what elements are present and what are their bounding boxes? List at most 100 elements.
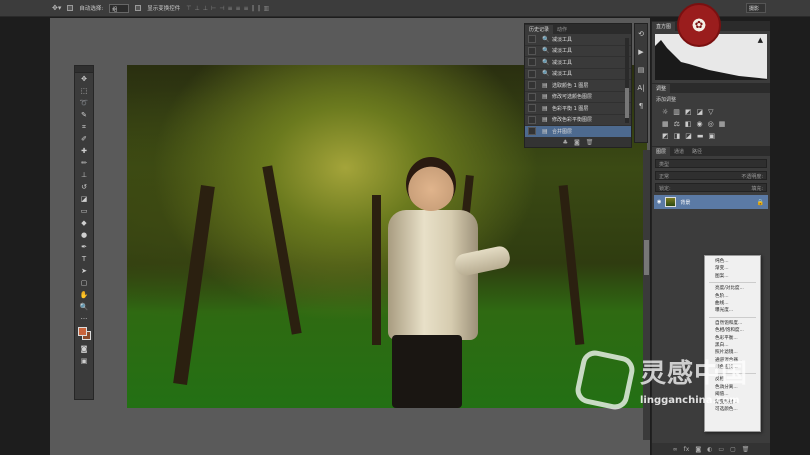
- type-tool-icon[interactable]: T: [75, 253, 93, 265]
- menu-item[interactable]: 通道混合器...: [705, 357, 760, 364]
- menu-item[interactable]: 可选颜色...: [705, 406, 760, 413]
- menu-item[interactable]: 曲线...: [705, 300, 760, 307]
- toolbox-grip[interactable]: [75, 66, 93, 73]
- align-middle-icon[interactable]: ⊥: [195, 5, 200, 12]
- menu-item[interactable]: 曝光度...: [705, 307, 760, 314]
- tab-channels[interactable]: 通道: [670, 147, 688, 156]
- history-brush-source-box[interactable]: [528, 69, 536, 78]
- hue-saturation-icon[interactable]: ▦: [662, 120, 669, 128]
- brush-tool-icon[interactable]: ✏: [75, 157, 93, 169]
- color-swatches[interactable]: [75, 325, 93, 343]
- history-item-selected[interactable]: ▤ 合并图层: [525, 126, 631, 138]
- trash-icon[interactable]: 🗑: [742, 446, 750, 453]
- menu-item[interactable]: 亮度/对比度...: [705, 285, 760, 292]
- align-buttons[interactable]: ⊤ ⊥ ⊥ ⊢ ⊣ ≡ ≡ ≡ ‖ ‖ ▥: [186, 5, 269, 12]
- layer-mask-icon[interactable]: ◙: [695, 446, 701, 453]
- menu-item[interactable]: 色相/饱和度...: [705, 327, 760, 334]
- screen-mode-icon[interactable]: ▣: [75, 355, 93, 367]
- lock-icon[interactable]: 🔒: [757, 199, 764, 206]
- menu-item[interactable]: 照片滤镜...: [705, 349, 760, 356]
- black-white-icon[interactable]: ◧: [685, 120, 692, 128]
- distribute-middle-icon[interactable]: ≡: [235, 5, 240, 12]
- properties-icon[interactable]: ▤: [638, 66, 645, 74]
- shape-tool-icon[interactable]: ▢: [75, 277, 93, 289]
- menu-item[interactable]: 图案...: [705, 273, 760, 280]
- hand-tool-icon[interactable]: ✋: [75, 289, 93, 301]
- invert-icon[interactable]: ◩: [662, 132, 669, 140]
- history-scroll-thumb[interactable]: [625, 88, 629, 118]
- curves-icon[interactable]: ◩: [685, 108, 692, 116]
- workspace-dropdown[interactable]: 摄影: [746, 3, 766, 13]
- warning-icon[interactable]: ▲: [758, 36, 763, 44]
- tab-history[interactable]: 历史记录: [525, 24, 554, 34]
- trash-icon[interactable]: 🗑: [586, 139, 594, 146]
- tab-paths[interactable]: 路径: [688, 147, 706, 156]
- gradient-map-icon[interactable]: ▬: [697, 132, 704, 140]
- distribute-top-icon[interactable]: ≡: [227, 5, 232, 12]
- pen-tool-icon[interactable]: ✒: [75, 241, 93, 253]
- character-panel-icon[interactable]: A|: [637, 84, 644, 92]
- snapshot-icon[interactable]: ◙: [574, 139, 580, 146]
- zoom-tool-icon[interactable]: 🔍: [75, 301, 93, 313]
- align-bottom-icon[interactable]: ⊥: [203, 5, 208, 12]
- actions-panel-icon[interactable]: ▶: [638, 48, 643, 56]
- history-item[interactable]: ▤ 色彩平衡 1 图层: [525, 103, 631, 115]
- layer-kind-filter[interactable]: 类型: [655, 159, 767, 168]
- history-brush-source-box[interactable]: [528, 81, 536, 90]
- distribute-center-icon[interactable]: ‖: [258, 5, 261, 12]
- blend-mode-dropdown[interactable]: 正常: [659, 173, 669, 180]
- history-item[interactable]: 🔍 减淡工具: [525, 46, 631, 57]
- history-item[interactable]: 🔍 减淡工具: [525, 57, 631, 69]
- history-item[interactable]: 🔍 减淡工具: [525, 69, 631, 80]
- history-brush-source-box[interactable]: [528, 58, 536, 67]
- menu-item[interactable]: 自然饱和度...: [705, 320, 760, 327]
- align-left-icon[interactable]: ⊢: [211, 5, 216, 12]
- history-scrollbar[interactable]: [625, 38, 629, 123]
- eraser-tool-icon[interactable]: ◪: [75, 193, 93, 205]
- align-top-icon[interactable]: ⊤: [186, 5, 191, 12]
- tab-histogram[interactable]: 直方图: [652, 21, 676, 31]
- menu-item[interactable]: 渐变映射...: [705, 399, 760, 406]
- history-brush-tool-icon[interactable]: ↺: [75, 181, 93, 193]
- auto-align-icon[interactable]: ▥: [264, 5, 270, 12]
- eyedropper-tool-icon[interactable]: ✐: [75, 133, 93, 145]
- menu-item[interactable]: 渐变...: [705, 265, 760, 272]
- color-lookup-icon[interactable]: ▦: [719, 120, 726, 128]
- history-brush-source-box[interactable]: [528, 115, 536, 124]
- posterize-icon[interactable]: ◨: [674, 132, 681, 140]
- levels-icon[interactable]: ▥: [673, 108, 680, 116]
- history-brush-source-box[interactable]: [528, 127, 536, 136]
- menu-item[interactable]: 色彩平衡...: [705, 335, 760, 342]
- healing-brush-tool-icon[interactable]: ✚: [75, 145, 93, 157]
- history-brush-source-box[interactable]: [528, 46, 536, 55]
- move-tool-icon[interactable]: ✥▾: [52, 4, 61, 12]
- auto-select-checkbox[interactable]: [67, 5, 74, 11]
- distribute-left-icon[interactable]: ‖: [252, 5, 255, 12]
- show-transform-checkbox[interactable]: [135, 5, 142, 11]
- eye-icon[interactable]: ◉: [657, 199, 661, 205]
- history-item[interactable]: ▤ 选取颜色 1 图层: [525, 80, 631, 92]
- tab-actions[interactable]: 动作: [553, 25, 571, 34]
- history-item[interactable]: ▤ 修改色彩平衡图层: [525, 115, 631, 126]
- menu-item[interactable]: 颜色查找...: [705, 364, 760, 371]
- history-brush-source-box[interactable]: [528, 104, 536, 113]
- marquee-tool-icon[interactable]: ⬚: [75, 85, 93, 97]
- new-group-icon[interactable]: ▭: [718, 446, 724, 453]
- menu-item[interactable]: 色调分离...: [705, 384, 760, 391]
- canvas-scroll-thumb[interactable]: [644, 240, 649, 275]
- move-tool-icon[interactable]: ✥: [75, 73, 93, 85]
- crop-tool-icon[interactable]: ⌗: [75, 121, 93, 133]
- gradient-tool-icon[interactable]: ▭: [75, 205, 93, 217]
- channel-mixer-icon[interactable]: ◎: [708, 120, 714, 128]
- new-document-from-state-icon[interactable]: ♣: [563, 139, 568, 146]
- history-brush-source-box[interactable]: [528, 35, 536, 44]
- history-item[interactable]: 🔍 减淡工具: [525, 34, 631, 46]
- more-tools-icon[interactable]: ···: [75, 313, 93, 325]
- dodge-tool-icon[interactable]: ●: [75, 229, 93, 241]
- layer-row-background[interactable]: ◉ 背景 🔒: [654, 195, 768, 209]
- quick-mask-icon[interactable]: ◙: [75, 343, 93, 355]
- photo-filter-icon[interactable]: ◉: [697, 120, 703, 128]
- menu-item[interactable]: 黑白...: [705, 342, 760, 349]
- canvas-vertical-scrollbar[interactable]: [643, 150, 650, 440]
- adjustment-layer-icon[interactable]: ◐: [707, 446, 712, 453]
